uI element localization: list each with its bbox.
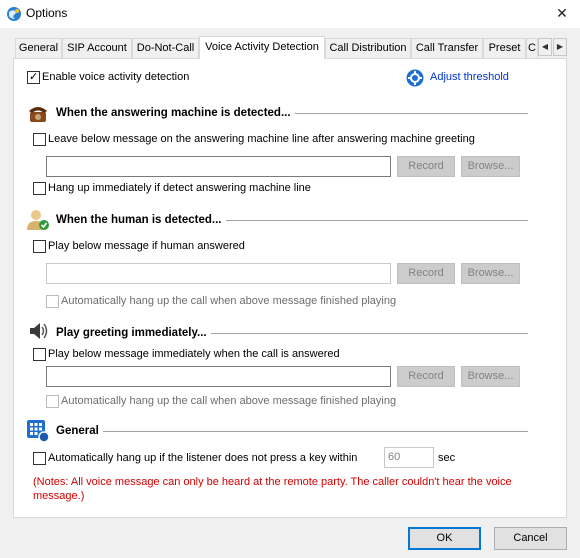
play-greeting-checkbox[interactable]: [33, 348, 46, 361]
ok-button[interactable]: OK: [408, 527, 481, 550]
human-message-input[interactable]: [46, 263, 391, 284]
tab-scroll-left-button[interactable]: ◀: [538, 38, 552, 56]
enable-vad-label: Enable voice activity detection: [42, 71, 190, 83]
tab-call-distribution[interactable]: Call Distribution: [325, 38, 411, 58]
tab-do-not-call[interactable]: Do-Not-Call: [132, 38, 199, 58]
play-human-label: Play below message if human answered: [48, 240, 245, 252]
greeting-section-title: Play greeting immediately...: [56, 327, 211, 339]
greeting-message-input[interactable]: [46, 366, 391, 387]
auto-hangup-key-label: Automatically hang up if the listener do…: [48, 452, 358, 464]
general-section-title: General: [56, 425, 103, 437]
section-divider: [56, 431, 528, 432]
human-auto-hangup-checkbox[interactable]: [46, 295, 59, 308]
tab-panel: [13, 58, 567, 518]
play-human-checkbox[interactable]: [33, 240, 46, 253]
greeting-browse-button[interactable]: Browse...: [461, 366, 520, 387]
enable-vad-checkbox[interactable]: [27, 70, 40, 84]
tab-call-transfer[interactable]: Call Transfer: [411, 38, 483, 58]
tab-scroll-right-button[interactable]: ▶: [553, 38, 567, 56]
play-greeting-label: Play below message immediately when the …: [48, 348, 340, 360]
adjust-threshold-link[interactable]: Adjust threshold: [430, 71, 509, 83]
greeting-auto-hangup-checkbox[interactable]: [46, 395, 59, 408]
human-section-title: When the human is detected...: [56, 214, 226, 226]
human-auto-hangup-label: Automatically hang up the call when abov…: [61, 295, 397, 307]
window-title: Options: [26, 6, 68, 20]
gear-icon[interactable]: [406, 69, 424, 87]
leave-message-label: Leave below message on the answering mac…: [48, 133, 475, 145]
tab-preset[interactable]: Preset: [483, 38, 526, 58]
keypad-icon: [27, 420, 50, 443]
title-bar: [0, 0, 580, 28]
greeting-auto-hangup-label: Automatically hang up the call when abov…: [61, 395, 397, 407]
auto-hangup-key-checkbox[interactable]: [33, 452, 46, 465]
human-browse-button[interactable]: Browse...: [461, 263, 520, 284]
hangup-machine-checkbox[interactable]: [33, 182, 46, 195]
globe-icon: [7, 7, 21, 21]
user-icon: [27, 210, 49, 230]
speaker-icon: [30, 323, 48, 339]
tab-voice-activity-detection[interactable]: Voice Activity Detection: [199, 36, 325, 59]
machine-browse-button[interactable]: Browse...: [461, 156, 520, 177]
seconds-input[interactable]: 60: [384, 447, 434, 468]
hangup-machine-label: Hang up immediately if detect answering …: [48, 182, 311, 194]
tab-overflow[interactable]: C: [526, 38, 538, 58]
tab-general[interactable]: General: [15, 38, 62, 58]
machine-section-title: When the answering machine is detected..…: [56, 107, 295, 119]
seconds-unit-label: sec: [438, 452, 456, 464]
notes-text: (Notes: All voice message can only be he…: [33, 476, 512, 502]
tab-sip-account[interactable]: SIP Account: [62, 38, 132, 58]
machine-record-button[interactable]: Record: [397, 156, 455, 177]
human-record-button[interactable]: Record: [397, 263, 455, 284]
greeting-record-button[interactable]: Record: [397, 366, 455, 387]
cancel-button[interactable]: Cancel: [494, 527, 567, 550]
machine-message-input[interactable]: [46, 156, 391, 177]
close-button[interactable]: ✕: [548, 2, 576, 24]
leave-message-checkbox[interactable]: [33, 133, 46, 146]
telephone-icon: [29, 107, 47, 122]
